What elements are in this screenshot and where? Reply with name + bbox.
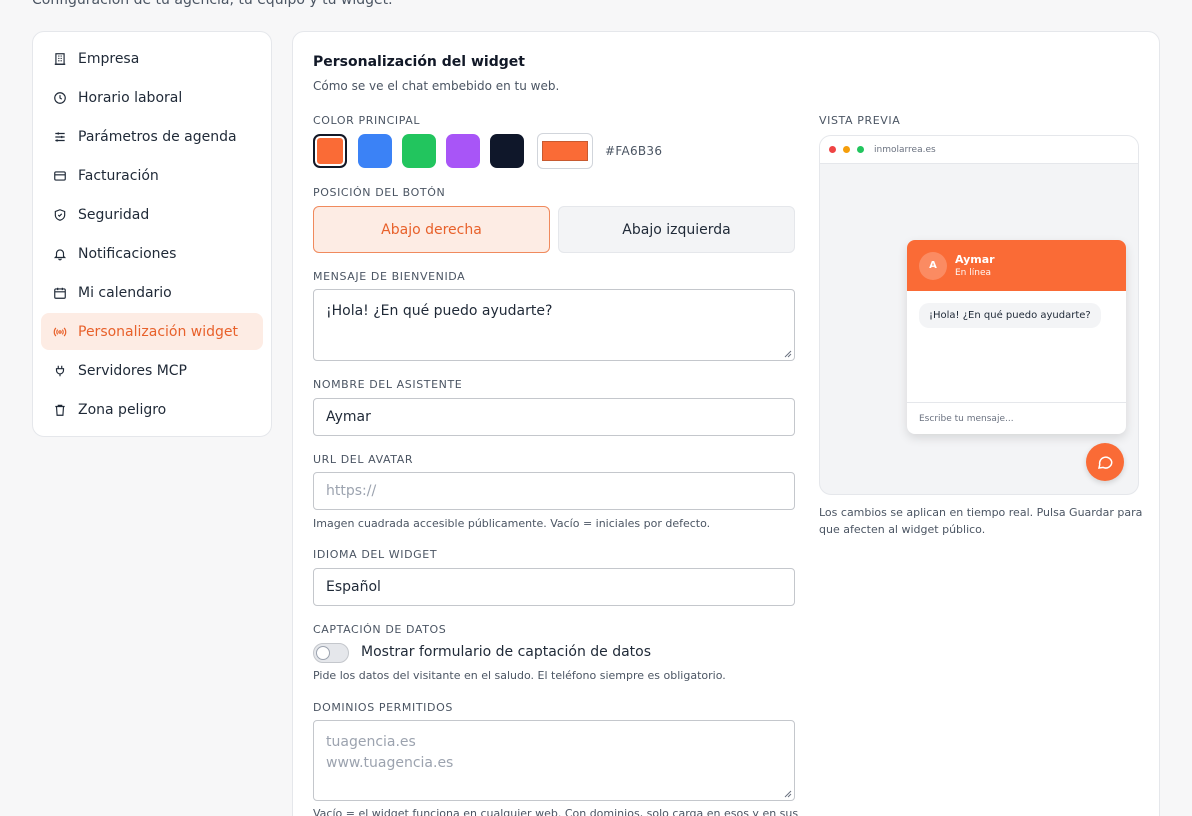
resize-handle-icon: [784, 790, 792, 798]
assistant-name-value: Aymar: [326, 409, 371, 425]
welcome-label: Mensaje de bienvenida: [313, 270, 466, 283]
section-subtitle: Cómo se ve el chat embebido en tu web.: [313, 79, 560, 93]
domains-placeholder-line: www.tuagencia.es: [326, 755, 454, 771]
building-icon: [54, 52, 66, 65]
domains-placeholder-line: tuagencia.es: [326, 734, 416, 750]
sidebar-item-notificaciones[interactable]: Notificaciones: [41, 235, 263, 272]
preview-browser-bar: inmolarrea.es: [820, 136, 1138, 164]
preview-chat-header: A Aymar En línea: [907, 240, 1126, 291]
avatar-url-input[interactable]: https://: [313, 472, 795, 510]
welcome-message-value: ¡Hola! ¿En qué puedo ayudarte?: [326, 303, 553, 319]
sidebar-item-agenda[interactable]: Parámetros de agenda: [41, 118, 263, 155]
preview-welcome-bubble: ¡Hola! ¿En qué puedo ayudarte?: [919, 303, 1101, 328]
page-subtitle: Configuración de tu agencia, tu equipo y…: [32, 0, 393, 8]
sidebar-item-mcp[interactable]: Servidores MCP: [41, 352, 263, 389]
assistant-name-label: Nombre del asistente: [313, 378, 463, 391]
preview-help: Los cambios se aplican en tiempo real. P…: [819, 506, 1143, 536]
sidebar-item-label: Zona peligro: [78, 401, 167, 418]
trash-icon: [55, 404, 65, 416]
color-swatch-dark[interactable]: [490, 134, 524, 168]
sliders-icon: [55, 131, 65, 142]
sidebar-item-label: Servidores MCP: [78, 362, 187, 379]
avatar-url-placeholder: https://: [326, 483, 377, 499]
preview-chat-input: Escribe tu mensaje...: [907, 402, 1126, 434]
color-swatch-green[interactable]: [402, 134, 436, 168]
sidebar-item-label: Mi calendario: [78, 284, 172, 301]
preview-status: En línea: [955, 267, 992, 278]
preview-assistant-name: Aymar: [955, 252, 995, 266]
color-hex-value: #FA6B36: [605, 144, 663, 158]
sidebar-item-horario[interactable]: Horario laboral: [41, 79, 263, 116]
widget-preview: inmolarrea.es A Aymar En línea ¡Hola! ¿E…: [819, 135, 1139, 495]
preview-url: inmolarrea.es: [874, 144, 936, 155]
sidebar-item-label: Seguridad: [78, 206, 150, 223]
sidebar-item-label: Parámetros de agenda: [78, 128, 237, 145]
avatar-url-help: Imagen cuadrada accesible públicamente. …: [313, 517, 711, 530]
calendar-icon: [54, 287, 66, 299]
window-dot-yellow: [843, 146, 850, 153]
data-capture-label: Captación de datos: [313, 623, 447, 636]
bell-icon: [53, 248, 67, 260]
welcome-message-textarea[interactable]: ¡Hola! ¿En qué puedo ayudarte?: [313, 289, 795, 361]
avatar-url-label: URL del avatar: [313, 453, 414, 466]
assistant-name-input[interactable]: Aymar: [313, 398, 795, 436]
color-label: Color principal: [313, 114, 421, 127]
widget-settings-panel: Personalización del widget Cómo se ve el…: [292, 31, 1160, 816]
sidebar-item-seguridad[interactable]: Seguridad: [41, 196, 263, 233]
color-swatch-blue[interactable]: [358, 134, 392, 168]
sidebar-item-peligro[interactable]: Zona peligro: [41, 391, 263, 428]
sidebar-item-facturacion[interactable]: Facturación: [41, 157, 263, 194]
position-bottom-left-button[interactable]: Abajo izquierda: [558, 206, 795, 253]
window-dot-red: [829, 146, 836, 153]
data-capture-toggle-label: Mostrar formulario de captación de datos: [361, 644, 652, 660]
domains-help: Vacío = el widget funciona en cualquier …: [313, 807, 799, 816]
sidebar-item-label: Facturación: [78, 167, 159, 184]
chat-bubble-icon: [1098, 456, 1113, 469]
allowed-domains-textarea[interactable]: tuagencia.es www.tuagencia.es: [313, 720, 795, 801]
credit-card-icon: [54, 170, 66, 181]
clock-icon: [54, 91, 66, 104]
language-label: Idioma del widget: [313, 548, 438, 561]
position-bottom-right-button[interactable]: Abajo derecha: [313, 206, 550, 253]
sidebar-item-widget[interactable]: Personalización widget: [41, 313, 263, 350]
sidebar-item-label: Notificaciones: [78, 245, 177, 262]
color-swatch-purple[interactable]: [446, 134, 480, 168]
color-swatch-orange[interactable]: [313, 134, 347, 168]
domains-label: Dominios permitidos: [313, 701, 453, 714]
preview-label: Vista previa: [819, 114, 901, 127]
resize-handle-icon: [784, 350, 792, 358]
sidebar-item-calendario[interactable]: Mi calendario: [41, 274, 263, 311]
position-label: Posición del botón: [313, 186, 446, 199]
sidebar-item-empresa[interactable]: Empresa: [41, 40, 263, 77]
language-select[interactable]: Español: [313, 568, 795, 606]
shield-icon: [54, 208, 66, 221]
preview-chat-window: A Aymar En línea ¡Hola! ¿En qué puedo ay…: [907, 240, 1126, 434]
window-dot-green: [857, 146, 864, 153]
avatar: A: [919, 251, 947, 280]
sidebar-item-label: Horario laboral: [78, 89, 183, 106]
data-capture-toggle[interactable]: [313, 643, 349, 663]
sidebar-item-label: Empresa: [78, 50, 140, 67]
section-title: Personalización del widget: [313, 54, 525, 70]
preview-launcher-button: [1086, 443, 1124, 481]
settings-sidebar: Empresa Horario laboral Parámetros de ag…: [32, 31, 272, 437]
plug-icon: [55, 365, 65, 376]
language-value: Español: [326, 579, 381, 595]
data-capture-help: Pide los datos del visitante en el salud…: [313, 669, 726, 682]
custom-color-picker[interactable]: [537, 133, 593, 169]
radio-icon: [53, 327, 67, 336]
sidebar-item-label: Personalización widget: [78, 323, 239, 340]
